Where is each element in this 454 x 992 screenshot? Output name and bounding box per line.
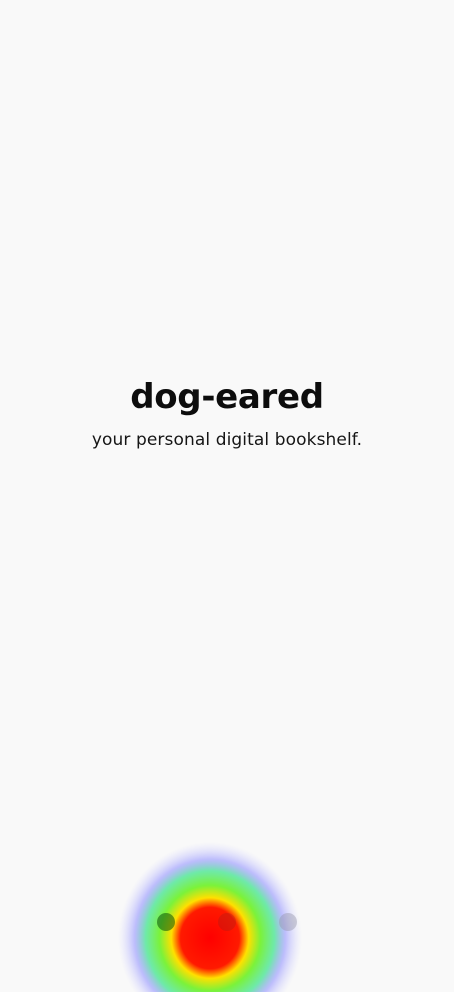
splash-content: dog-eared your personal digital bookshel… [0,376,454,452]
page-dot-1[interactable] [157,913,175,931]
page-indicator [0,840,454,992]
touch-heatmap-overlay [118,842,302,992]
app-tagline: your personal digital bookshelf. [91,430,363,450]
app-title: dog-eared [130,377,324,417]
onboarding-screen: dog-eared your personal digital bookshel… [0,0,454,992]
page-dot-2[interactable] [218,913,236,931]
page-dot-3[interactable] [279,913,297,931]
